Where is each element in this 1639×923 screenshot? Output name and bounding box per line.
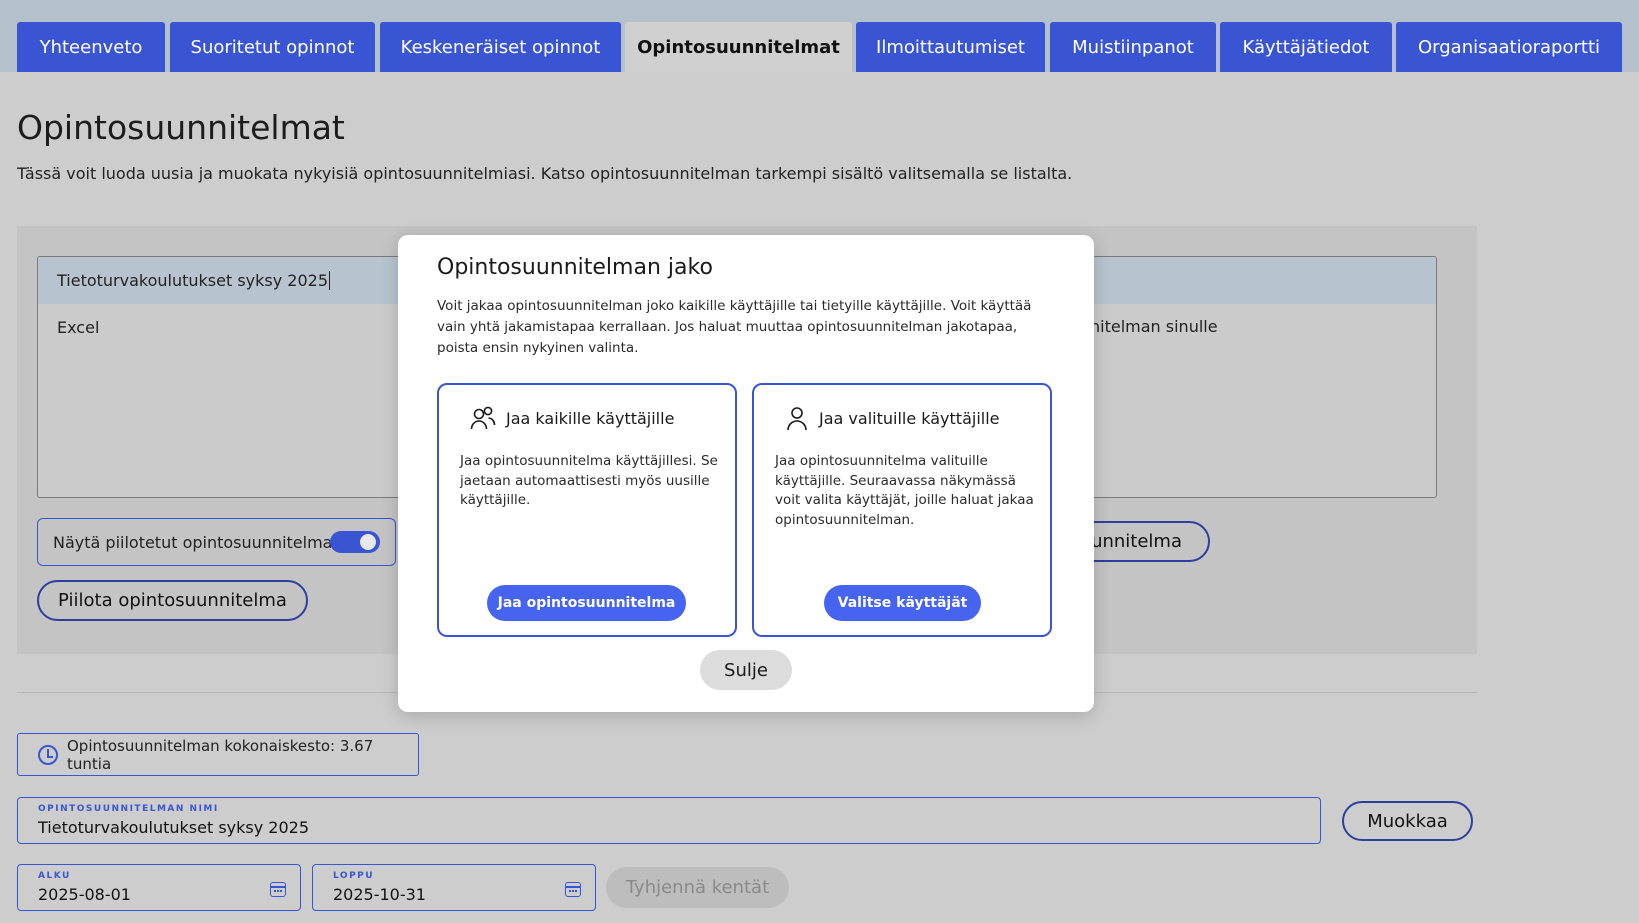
page-intro: Tässä voit luoda uusia ja muokata nykyis… xyxy=(17,164,1073,183)
share-plan-button[interactable]: Jaa opintosuunnitelma xyxy=(487,585,686,621)
list-item-label: Excel xyxy=(57,318,100,337)
hide-plan-button[interactable]: Piilota opintosuunnitelma xyxy=(37,580,308,621)
duration-info: Opintosuunnitelman kokonaiskesto: 3.67 t… xyxy=(17,733,419,776)
share-selected-header: Jaa valituille käyttäjille xyxy=(785,405,1000,431)
share-selected-description: Jaa opintosuunnitelma valituille käyttäj… xyxy=(775,453,1034,528)
share-all-description: Jaa opintosuunnitelma käyttäjillesi. Se … xyxy=(460,453,718,508)
page-title: Opintosuunnitelmat xyxy=(17,108,345,147)
user-icon xyxy=(787,407,807,431)
share-selected-title: Jaa valituille käyttäjille xyxy=(819,408,1000,428)
toggle-knob xyxy=(360,534,376,550)
edit-button[interactable]: Muokkaa xyxy=(1342,801,1473,841)
tab-bar: Yhteenveto Suoritetut opinnot Keskeneräi… xyxy=(0,0,1639,72)
close-dialog-button[interactable]: Sulje xyxy=(700,650,792,690)
start-date-field[interactable]: ALKU 2025-08-01 xyxy=(17,864,301,911)
toggle-switch[interactable] xyxy=(330,531,380,553)
share-all-title: Jaa kaikille käyttäjille xyxy=(506,408,675,428)
tab-keskeneraiset-opinnot[interactable]: Keskeneräiset opinnot xyxy=(380,22,621,72)
share-plan-dialog: Opintosuunnitelman jako Voit jakaa opint… xyxy=(398,235,1094,712)
obscured-info-text: nitelman sinulle xyxy=(1090,317,1218,336)
clock-icon xyxy=(38,745,58,765)
show-hidden-label: Näytä piilotetut opintosuunnitelmat xyxy=(53,532,339,552)
dialog-title: Opintosuunnitelman jako xyxy=(437,255,713,280)
tab-suoritetut-opinnot[interactable]: Suoritetut opinnot xyxy=(170,22,375,72)
show-hidden-toggle[interactable]: Näytä piilotetut opintosuunnitelmat xyxy=(37,518,396,566)
end-date-field[interactable]: LOPPU 2025-10-31 xyxy=(312,864,596,911)
tab-ilmoittautumiset[interactable]: Ilmoittautumiset xyxy=(856,22,1045,72)
tab-kayttajatiedot[interactable]: Käyttäjätiedot xyxy=(1220,22,1392,72)
calendar-icon[interactable] xyxy=(565,882,581,897)
end-date-value: 2025-10-31 xyxy=(333,885,426,904)
clear-fields-button[interactable]: Tyhjennä kentät xyxy=(606,867,789,908)
plan-name-field[interactable]: OPINTOSUUNNITELMAN NIMI Tietoturvakoulut… xyxy=(17,797,1321,844)
tab-organisaatioraportti[interactable]: Organisaatioraportti xyxy=(1396,22,1622,72)
share-selected-card: Jaa valituille käyttäjille Jaa opintosuu… xyxy=(752,383,1052,637)
dialog-description: Voit jakaa opintosuunnitelman joko kaiki… xyxy=(437,298,1032,356)
plan-name-label: OPINTOSUUNNITELMAN NIMI xyxy=(38,804,219,814)
duration-text: Opintosuunnitelman kokonaiskesto: 3.67 t… xyxy=(67,736,374,773)
end-date-label: LOPPU xyxy=(333,871,375,881)
tab-yhteenveto[interactable]: Yhteenveto xyxy=(17,22,165,72)
users-icon xyxy=(470,406,496,430)
calendar-icon[interactable] xyxy=(270,882,286,897)
share-all-header: Jaa kaikille käyttäjille xyxy=(470,405,674,431)
select-users-button[interactable]: Valitse käyttäjät xyxy=(824,585,981,621)
start-date-label: ALKU xyxy=(38,871,71,881)
plan-name-value: Tietoturvakoulutukset syksy 2025 xyxy=(38,818,310,837)
list-item-label: Tietoturvakoulutukset syksy 2025 xyxy=(57,271,329,290)
start-date-value: 2025-08-01 xyxy=(38,885,131,904)
tab-muistiinpanot[interactable]: Muistiinpanot xyxy=(1050,22,1216,72)
text-cursor xyxy=(329,271,331,290)
tab-opintosuunnitelmat[interactable]: Opintosuunnitelmat xyxy=(625,22,852,72)
share-all-card: Jaa kaikille käyttäjille Jaa opintosuunn… xyxy=(437,383,737,637)
